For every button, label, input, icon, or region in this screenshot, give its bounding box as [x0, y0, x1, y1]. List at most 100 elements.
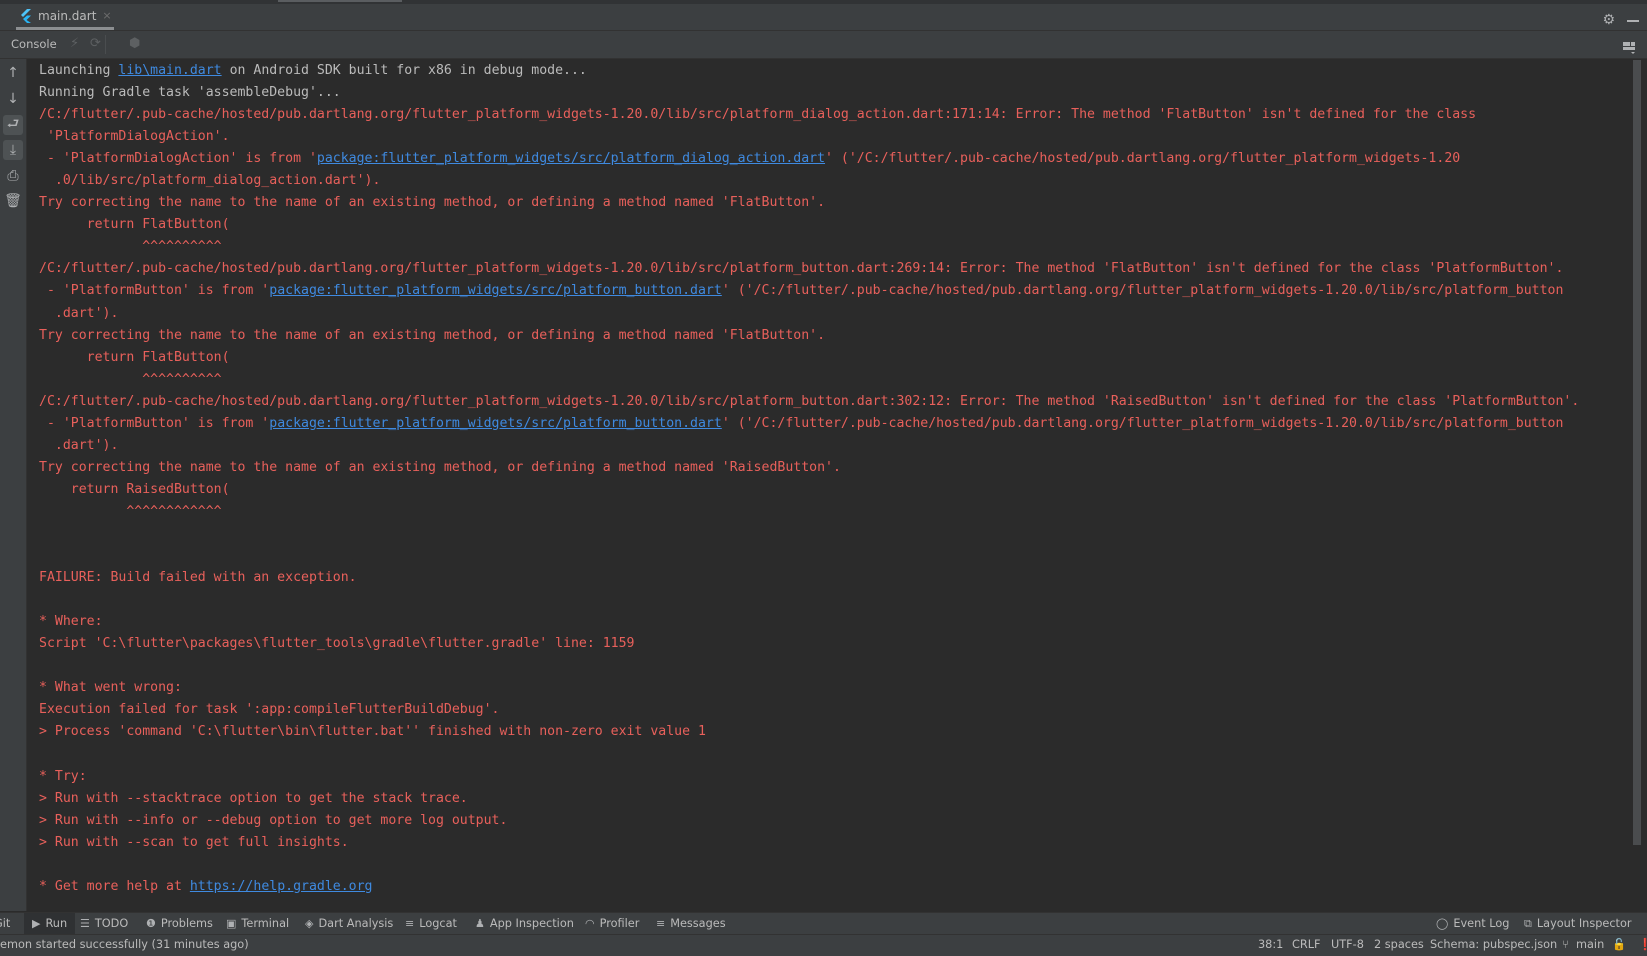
tool-window-app-inspection[interactable]: ♟ App Inspection	[475, 913, 574, 934]
console-tab[interactable]: Console	[11, 37, 57, 51]
print-icon[interactable]: ⎙	[3, 166, 23, 186]
console-text: /C:/flutter/.pub-cache/hosted/pub.dartla…	[39, 261, 1564, 277]
console-line: - 'PlatformButton' is from 'package:flut…	[39, 280, 1627, 302]
close-tab-icon[interactable]: ×	[102, 9, 111, 22]
console-link[interactable]: package:flutter_platform_widgets/src/pla…	[317, 151, 825, 166]
console-text: * Try:	[39, 768, 87, 784]
console-line: return FlatButton(	[39, 347, 1627, 369]
lock-icon[interactable]: 🔓	[1612, 938, 1626, 951]
tool-window-git[interactable]: Git	[0, 913, 10, 934]
console-line: Script 'C:\flutter\packages\flutter_tool…	[39, 633, 1627, 655]
console-text: ^^^^^^^^^^	[39, 239, 222, 255]
devtools-icon[interactable]: ⬢	[129, 36, 140, 51]
console-text: /C:/flutter/.pub-cache/hosted/pub.dartla…	[39, 107, 1477, 123]
console-line: return RaisedButton(	[39, 479, 1627, 501]
arrow-down-icon[interactable]: ↓	[3, 89, 23, 109]
tool-window-layout-inspector[interactable]: ⧉ Layout Inspector	[1524, 913, 1632, 934]
tool-window-label: Git	[0, 917, 11, 930]
console-line: * Get more help at https://help.gradle.o…	[39, 876, 1627, 898]
console-text: - 'PlatformButton' is from '	[39, 415, 270, 431]
console-output[interactable]: Launching lib\main.dart on Android SDK b…	[39, 60, 1627, 898]
console-text: Running Gradle task 'assembleDebug'...	[39, 85, 341, 101]
file-encoding[interactable]: UTF-8	[1331, 938, 1364, 951]
problems-icon: ❶	[146, 917, 156, 930]
trash-icon[interactable]: 🗑	[3, 191, 23, 211]
console-text: ' ('/C:/flutter/.pub-cache/hosted/pub.da…	[825, 151, 1461, 167]
run-tab-bar: main.dart × ⚙	[0, 4, 1647, 31]
console-text: return RaisedButton(	[39, 481, 230, 497]
console-line: 'PlatformDialogAction'.	[39, 126, 1627, 148]
flutter-icon	[20, 8, 32, 23]
console-text: * Where:	[39, 614, 103, 630]
layout-options-icon[interactable]	[1623, 39, 1635, 54]
minimize-icon[interactable]	[1627, 20, 1639, 22]
console-line: * Try:	[39, 766, 1627, 788]
tool-window-bar: Git ▶ Run ☰ TODO ❶ Problems ▣ Terminal ◈ Dart Anal…	[0, 912, 1647, 934]
tool-window-event-log[interactable]: ◯ Event Log	[1436, 913, 1509, 934]
console-line: FAILURE: Build failed with an exception.	[39, 567, 1627, 589]
console-line: Try correcting the name to the name of a…	[39, 325, 1627, 347]
tool-window-label: Profiler	[599, 917, 640, 930]
console-text: * Get more help at	[39, 878, 190, 894]
arrow-up-icon[interactable]: ↑	[3, 63, 23, 83]
tool-window-logcat[interactable]: ≡ Logcat	[405, 913, 457, 934]
logcat-icon: ≡	[405, 917, 415, 930]
console-text: Try correcting the name to the name of a…	[39, 195, 826, 211]
tool-window-label: Run	[45, 917, 68, 930]
console-text: on Android SDK built for x86 in debug mo…	[221, 63, 587, 78]
console-line: ^^^^^^^^^^	[39, 236, 1627, 258]
console-link[interactable]: package:flutter_platform_widgets/src/pla…	[269, 283, 722, 298]
tab-main-dart[interactable]: main.dart ×	[16, 4, 114, 30]
console-link[interactable]: https://help.gradle.org	[190, 879, 373, 894]
notification-icon[interactable]: ❗	[1638, 938, 1647, 951]
console-line: return FlatButton(	[39, 214, 1627, 236]
toolbar-divider	[105, 35, 106, 54]
console-line: /C:/flutter/.pub-cache/hosted/pub.dartla…	[39, 258, 1627, 280]
console-text: > Run with --stacktrace option to get th…	[39, 790, 468, 806]
console-text: .0/lib/src/platform_dialog_action.dart')…	[39, 173, 381, 189]
console-line: Running Gradle task 'assembleDebug'...	[39, 82, 1627, 104]
console-line: - 'PlatformButton' is from 'package:flut…	[39, 413, 1627, 435]
tool-window-problems[interactable]: ❶ Problems	[146, 913, 213, 934]
console-text: Launching	[39, 63, 119, 78]
terminal-icon: ▣	[226, 917, 237, 930]
console-text: * What went wrong:	[39, 680, 182, 696]
console-line: /C:/flutter/.pub-cache/hosted/pub.dartla…	[39, 104, 1627, 126]
console-scrollbar[interactable]	[1633, 60, 1641, 845]
console-line: ^^^^^^^^^^^^	[39, 501, 1627, 523]
console-text: Try correcting the name to the name of a…	[39, 459, 841, 475]
tool-window-terminal[interactable]: ▣ Terminal	[226, 913, 289, 934]
console-text: .dart').	[39, 437, 119, 453]
list-icon: ☰	[80, 917, 90, 930]
tool-window-label: Dart Analysis	[318, 917, 394, 930]
caret-position[interactable]: 38:1	[1258, 938, 1283, 951]
git-branch-icon: ⑂	[1562, 938, 1569, 951]
console-line: Launching lib\main.dart on Android SDK b…	[39, 60, 1627, 82]
tool-window-label: Logcat	[419, 917, 457, 930]
gear-icon[interactable]: ⚙	[1602, 12, 1615, 28]
console-line: > Run with --stacktrace option to get th…	[39, 788, 1627, 810]
indent-setting[interactable]: 2 spaces	[1374, 938, 1424, 951]
tool-window-profiler[interactable]: ◠ Profiler	[585, 913, 639, 934]
console-text: return FlatButton(	[39, 217, 230, 233]
hot-restart-icon[interactable]: ⟳	[90, 36, 101, 51]
console-line: - 'PlatformDialogAction' is from 'packag…	[39, 148, 1627, 170]
status-message[interactable]: emon started successfully (31 minutes ag…	[0, 938, 249, 951]
git-branch[interactable]: main	[1576, 938, 1604, 951]
console-text: > Run with --scan to get full insights.	[39, 834, 349, 850]
tool-window-todo[interactable]: ☰ TODO	[80, 913, 128, 934]
scroll-to-end-icon[interactable]: ⤓	[3, 140, 23, 160]
console-link[interactable]: package:flutter_platform_widgets/src/pla…	[269, 416, 722, 431]
line-separator[interactable]: CRLF	[1292, 938, 1321, 951]
tool-window-dart-analysis[interactable]: ◈ Dart Analysis	[305, 913, 393, 934]
tool-window-run[interactable]: ▶ Run	[24, 913, 76, 934]
tool-window-messages[interactable]: ≡ Messages	[656, 913, 726, 934]
soft-wrap-icon[interactable]: ⮐	[3, 115, 23, 135]
messages-icon: ≡	[656, 917, 666, 930]
json-schema[interactable]: Schema: pubspec.json	[1430, 938, 1557, 951]
hot-reload-icon[interactable]: ⚡	[70, 36, 79, 51]
console-text: > Run with --info or --debug option to g…	[39, 812, 508, 828]
console-link[interactable]: lib\main.dart	[118, 63, 221, 78]
console-line: * What went wrong:	[39, 677, 1627, 699]
